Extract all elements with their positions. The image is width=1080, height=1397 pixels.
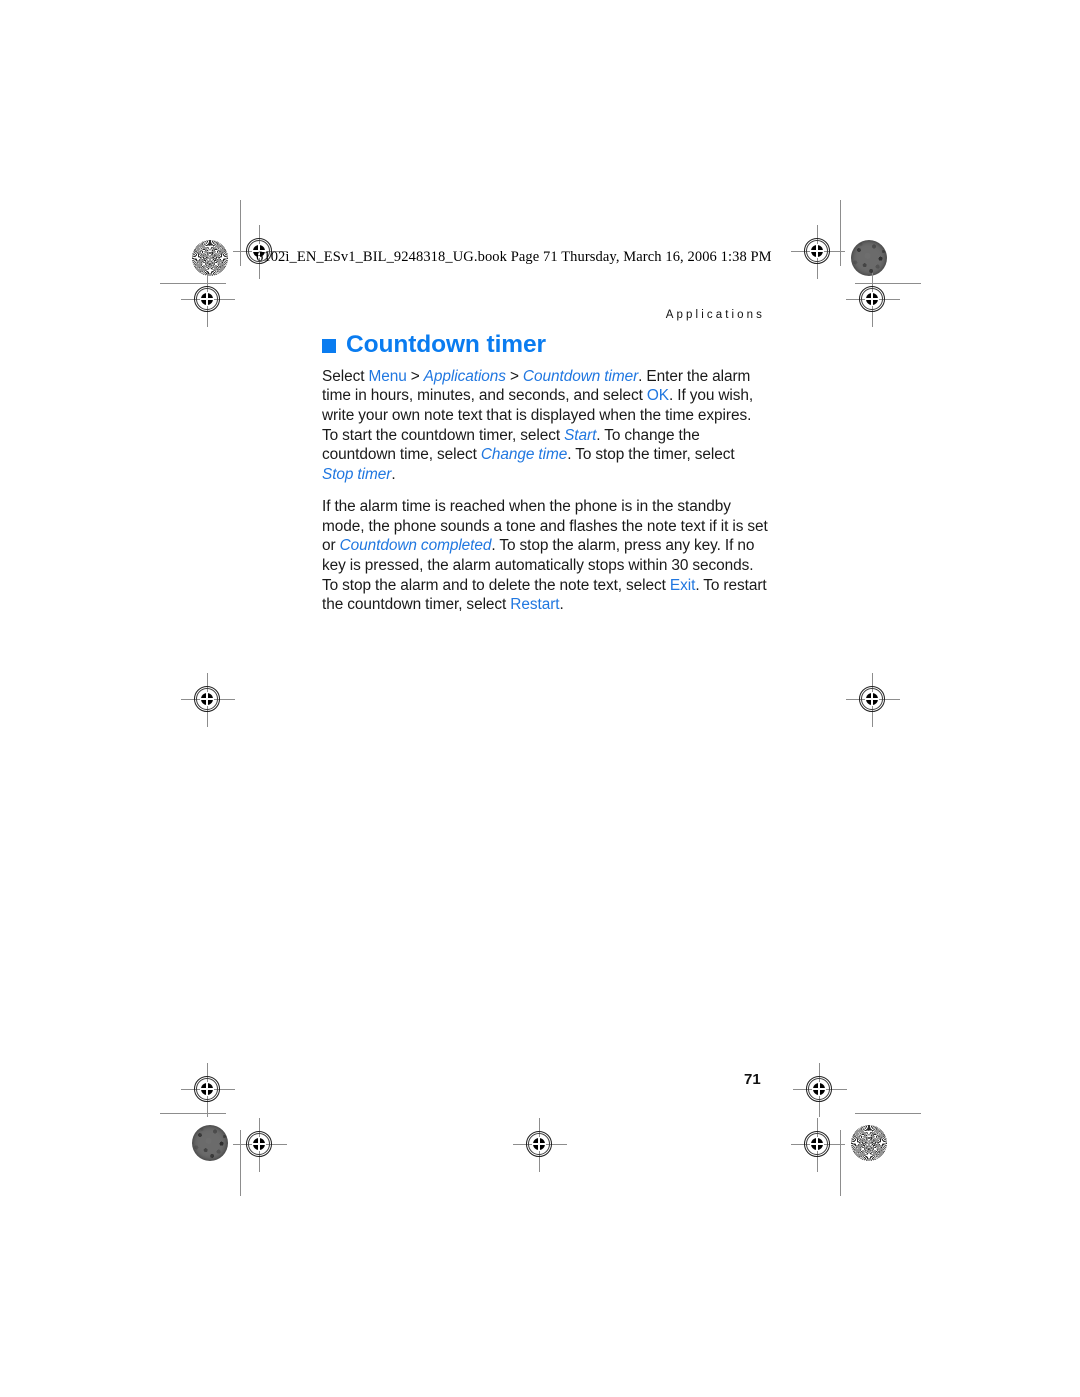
ui-label-restart: Restart (510, 596, 560, 614)
ui-label-start: Start (564, 426, 597, 444)
text-run: > (406, 367, 424, 385)
trim-line-top-right-horizontal (855, 283, 921, 284)
registration-mark-mid-right (846, 673, 900, 727)
registration-mark-top-right-inner (791, 225, 845, 279)
ui-label-exit: Exit (669, 576, 696, 594)
registration-mark-bottom-right-inner (791, 1118, 845, 1172)
registration-mark-bottom-left-outer (181, 1063, 235, 1117)
crop-line-bottom-left-vertical (240, 1130, 241, 1196)
trim-line-bottom-left-horizontal (160, 1113, 226, 1114)
ui-path-countdown-timer: Countdown timer (522, 367, 639, 385)
page-title: Countdown timer (322, 332, 768, 358)
paragraph-alarm-behavior: If the alarm time is reached when the ph… (322, 497, 768, 615)
content-column: Countdown timer Select Menu > Applicatio… (322, 332, 768, 615)
trim-line-bottom-right-horizontal (855, 1113, 921, 1114)
running-header-chapter: Applications (665, 309, 765, 321)
ui-label-ok: OK (646, 387, 670, 405)
source-file-slug: 6102i_EN_ESv1_BIL_9248318_UG.book Page 7… (256, 249, 772, 265)
trim-line-top-left-horizontal (160, 283, 226, 284)
text-run: . (391, 465, 396, 483)
ui-path-menu: Menu (368, 367, 407, 385)
page-number: 71 (744, 1071, 761, 1088)
registration-mark-top-right-outer (846, 273, 900, 327)
registration-mark-bottom-right-outer (793, 1063, 847, 1117)
registration-mark-top-left-outer (181, 273, 235, 327)
blue-square-bullet-icon (322, 338, 336, 353)
page-sheet: 6102i_EN_ESv1_BIL_9248318_UG.book Page 7… (0, 0, 1080, 1397)
ui-label-countdown-completed: Countdown completed (339, 537, 492, 555)
crop-line-top-left-vertical (240, 200, 241, 266)
ink-density-noise-top-right (851, 240, 887, 276)
ui-label-stop-timer: Stop timer (322, 465, 392, 483)
crop-line-top-right-vertical (840, 200, 841, 266)
registration-mark-mid-left (181, 673, 235, 727)
text-run: > (505, 367, 523, 385)
ink-density-noise-bottom-left (192, 1125, 228, 1161)
ink-density-starburst-bottom-right (851, 1125, 887, 1161)
ink-density-starburst-top-left (192, 240, 228, 276)
page-title-label: Countdown timer (346, 331, 546, 358)
registration-mark-bottom-left-inner (233, 1118, 287, 1172)
text-run: . To stop the timer, select (567, 446, 735, 464)
text-run: . (559, 596, 564, 614)
ui-path-applications: Applications (423, 367, 506, 385)
text-run: Select (322, 367, 369, 385)
crop-line-bottom-right-vertical (840, 1130, 841, 1196)
ui-label-change-time: Change time (480, 446, 568, 464)
registration-mark-bottom-center (513, 1118, 567, 1172)
paragraph-select-path: Select Menu > Applications > Countdown t… (322, 367, 768, 485)
